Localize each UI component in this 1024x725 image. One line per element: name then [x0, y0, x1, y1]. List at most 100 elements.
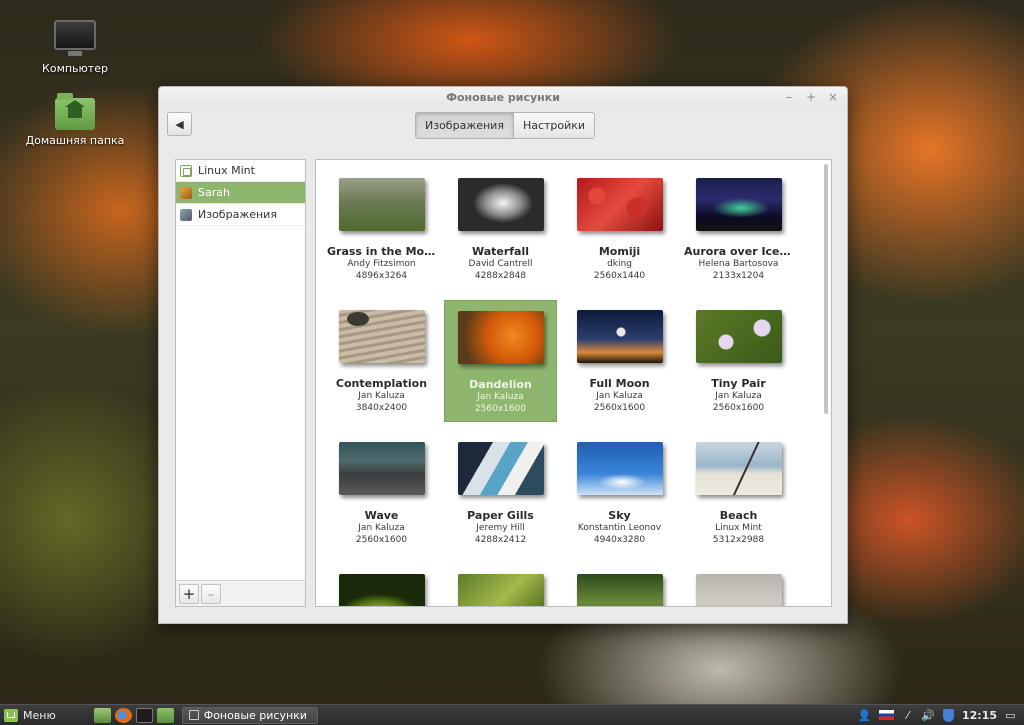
tab-images[interactable]: Изображения: [415, 112, 514, 139]
wallpaper-author: Jan Kaluza: [596, 391, 643, 401]
wallpaper-item[interactable]: Tiny Pair Jan Kaluza 2560x1600: [682, 300, 795, 422]
wallpaper-resolution: 3840x2400: [355, 403, 408, 413]
sidebar-item-linux-mint[interactable]: Linux Mint: [176, 160, 305, 182]
wallpaper-name: Waterfall: [471, 245, 530, 258]
wallpaper-item[interactable]: [563, 564, 676, 606]
wallpaper-thumbnail: [338, 574, 425, 606]
wallpaper-name: Grass in the Morn...: [327, 245, 438, 258]
taskbar-window-button[interactable]: Фоновые рисунки: [181, 706, 318, 724]
taskbar: Меню Фоновые рисунки 👤 ⁄ 🔊 12:15 ▭: [0, 704, 1024, 725]
wallpaper-item[interactable]: [682, 564, 795, 606]
wallpaper-author: Helena Bartosova: [698, 259, 779, 269]
update-manager-icon[interactable]: [942, 708, 954, 722]
network-icon[interactable]: ⁄: [902, 709, 913, 722]
desktop-icon-computer[interactable]: Компьютер: [20, 20, 130, 75]
wallpaper-author: Linux Mint: [715, 523, 762, 533]
wallpaper-author: Andy Fitzsimon: [347, 259, 416, 269]
wallpaper-thumbnail: [457, 178, 544, 231]
wallpaper-author: Jan Kaluza: [358, 391, 405, 401]
taskbar-window-label: Фоновые рисунки: [203, 708, 307, 722]
wallpaper-item[interactable]: [325, 564, 438, 606]
wallpaper-name: Sky: [608, 509, 631, 522]
pictures-icon: [180, 208, 192, 221]
wallpaper-resolution: 2560x1440: [593, 271, 646, 281]
mint-icon: [180, 164, 192, 177]
wallpaper-item[interactable]: Momiji dking 2560x1440: [563, 168, 676, 290]
firefox-icon[interactable]: [114, 707, 132, 723]
wallpaper-thumbnail: [338, 310, 425, 363]
wallpaper-item-selected[interactable]: Dandelion Jan Kaluza 2560x1600: [444, 300, 557, 422]
wallpaper-item[interactable]: Contemplation Jan Kaluza 3840x2400: [325, 300, 438, 422]
window-titlebar[interactable]: Фоновые рисунки – + ×: [159, 87, 847, 109]
maximize-icon[interactable]: +: [805, 90, 817, 104]
wallpaper-thumbnail: [457, 442, 544, 495]
wallpaper-name: Beach: [719, 509, 758, 522]
wallpaper-resolution: 2560x1600: [712, 403, 765, 413]
home-folder-icon: [55, 93, 95, 130]
backgrounds-window: Фоновые рисунки – + × ◀ Изображения Наст…: [158, 86, 848, 624]
sidebar-item-images[interactable]: Изображения: [176, 204, 305, 226]
wallpaper-item[interactable]: Full Moon Jan Kaluza 2560x1600: [563, 300, 676, 422]
show-desktop-icon[interactable]: [93, 707, 111, 723]
back-arrow-icon: ◀: [175, 117, 184, 131]
wallpaper-resolution: 2560x1600: [474, 404, 527, 414]
terminal-icon[interactable]: [135, 707, 153, 723]
volume-icon[interactable]: 🔊: [921, 709, 935, 722]
wallpaper-thumbnail: [457, 574, 544, 606]
menu-label: Меню: [23, 708, 56, 722]
wallpaper-name: Wave: [364, 509, 399, 522]
wallpaper-item[interactable]: Paper Gills Jeremy Hill 4288x2412: [444, 432, 557, 554]
wallpaper-resolution: 2133x1204: [712, 271, 765, 281]
wallpaper-item[interactable]: Wave Jan Kaluza 2560x1600: [325, 432, 438, 554]
wallpaper-author: Jan Kaluza: [477, 392, 524, 402]
window-icon: [188, 710, 199, 720]
close-icon[interactable]: ×: [827, 90, 839, 104]
gallery-scrollbar[interactable]: [824, 164, 828, 414]
desktop-icon-label: Домашняя папка: [25, 134, 125, 147]
wallpaper-item[interactable]: [444, 564, 557, 606]
wallpaper-item[interactable]: Aurora over Icela... Helena Bartosova 21…: [682, 168, 795, 290]
wallpaper-thumbnail: [695, 310, 782, 363]
desktop-icon-home-folder[interactable]: Домашняя папка: [20, 93, 130, 147]
mint-logo-icon: [4, 708, 18, 722]
wallpaper-thumbnail: [338, 178, 425, 231]
wallpaper-item[interactable]: Waterfall David Cantrell 4288x2848: [444, 168, 557, 290]
wallpaper-item[interactable]: Beach Linux Mint 5312x2988: [682, 432, 795, 554]
sidebar-item-label: Linux Mint: [198, 164, 255, 177]
wallpaper-thumbnail: [695, 178, 782, 231]
wallpaper-thumbnail: [576, 178, 663, 231]
minimize-icon[interactable]: –: [783, 90, 795, 104]
wallpaper-author: Jan Kaluza: [358, 523, 405, 533]
add-folder-button[interactable]: +: [179, 584, 199, 604]
wallpaper-name: Paper Gills: [467, 509, 534, 522]
wallpaper-item[interactable]: Grass in the Morn... Andy Fitzsimon 4896…: [325, 168, 438, 290]
wallpaper-resolution: 5312x2988: [712, 535, 765, 545]
wallpaper-resolution: 4940x3280: [593, 535, 646, 545]
tab-settings[interactable]: Настройки: [513, 112, 596, 139]
desktop-icon-label: Компьютер: [42, 62, 108, 75]
collections-sidebar: Linux Mint Sarah Изображения + –: [175, 159, 306, 607]
clock[interactable]: 12:15: [962, 709, 997, 722]
wallpaper-thumbnail: [576, 442, 663, 495]
sidebar-item-label: Sarah: [198, 186, 230, 199]
sidebar-item-sarah[interactable]: Sarah: [176, 182, 305, 204]
wallpaper-name: Full Moon: [589, 377, 650, 390]
wallpaper-name: Aurora over Icela...: [684, 245, 795, 258]
wallpaper-thumbnail: [576, 574, 663, 606]
back-button[interactable]: ◀: [167, 112, 192, 136]
keyboard-layout-icon[interactable]: [879, 710, 895, 720]
wallpaper-resolution: 2560x1600: [355, 535, 408, 545]
wallpaper-item[interactable]: Sky Konstantin Leonov 4940x3280: [563, 432, 676, 554]
wallpaper-thumbnail: [457, 311, 544, 364]
workspace-switcher-icon[interactable]: ▭: [1005, 709, 1016, 722]
wallpaper-author: Jan Kaluza: [715, 391, 762, 401]
user-applet-icon[interactable]: 👤: [858, 709, 872, 722]
remove-folder-button[interactable]: –: [201, 584, 221, 604]
wallpaper-gallery: Grass in the Morn... Andy Fitzsimon 4896…: [315, 159, 832, 607]
files-icon[interactable]: [156, 707, 174, 723]
wallpaper-resolution: 4288x2412: [474, 535, 527, 545]
window-title: Фоновые рисунки: [446, 91, 560, 104]
wallpaper-thumbnail: [576, 310, 663, 363]
user-icon: [180, 186, 192, 199]
menu-button[interactable]: Меню: [0, 705, 62, 725]
